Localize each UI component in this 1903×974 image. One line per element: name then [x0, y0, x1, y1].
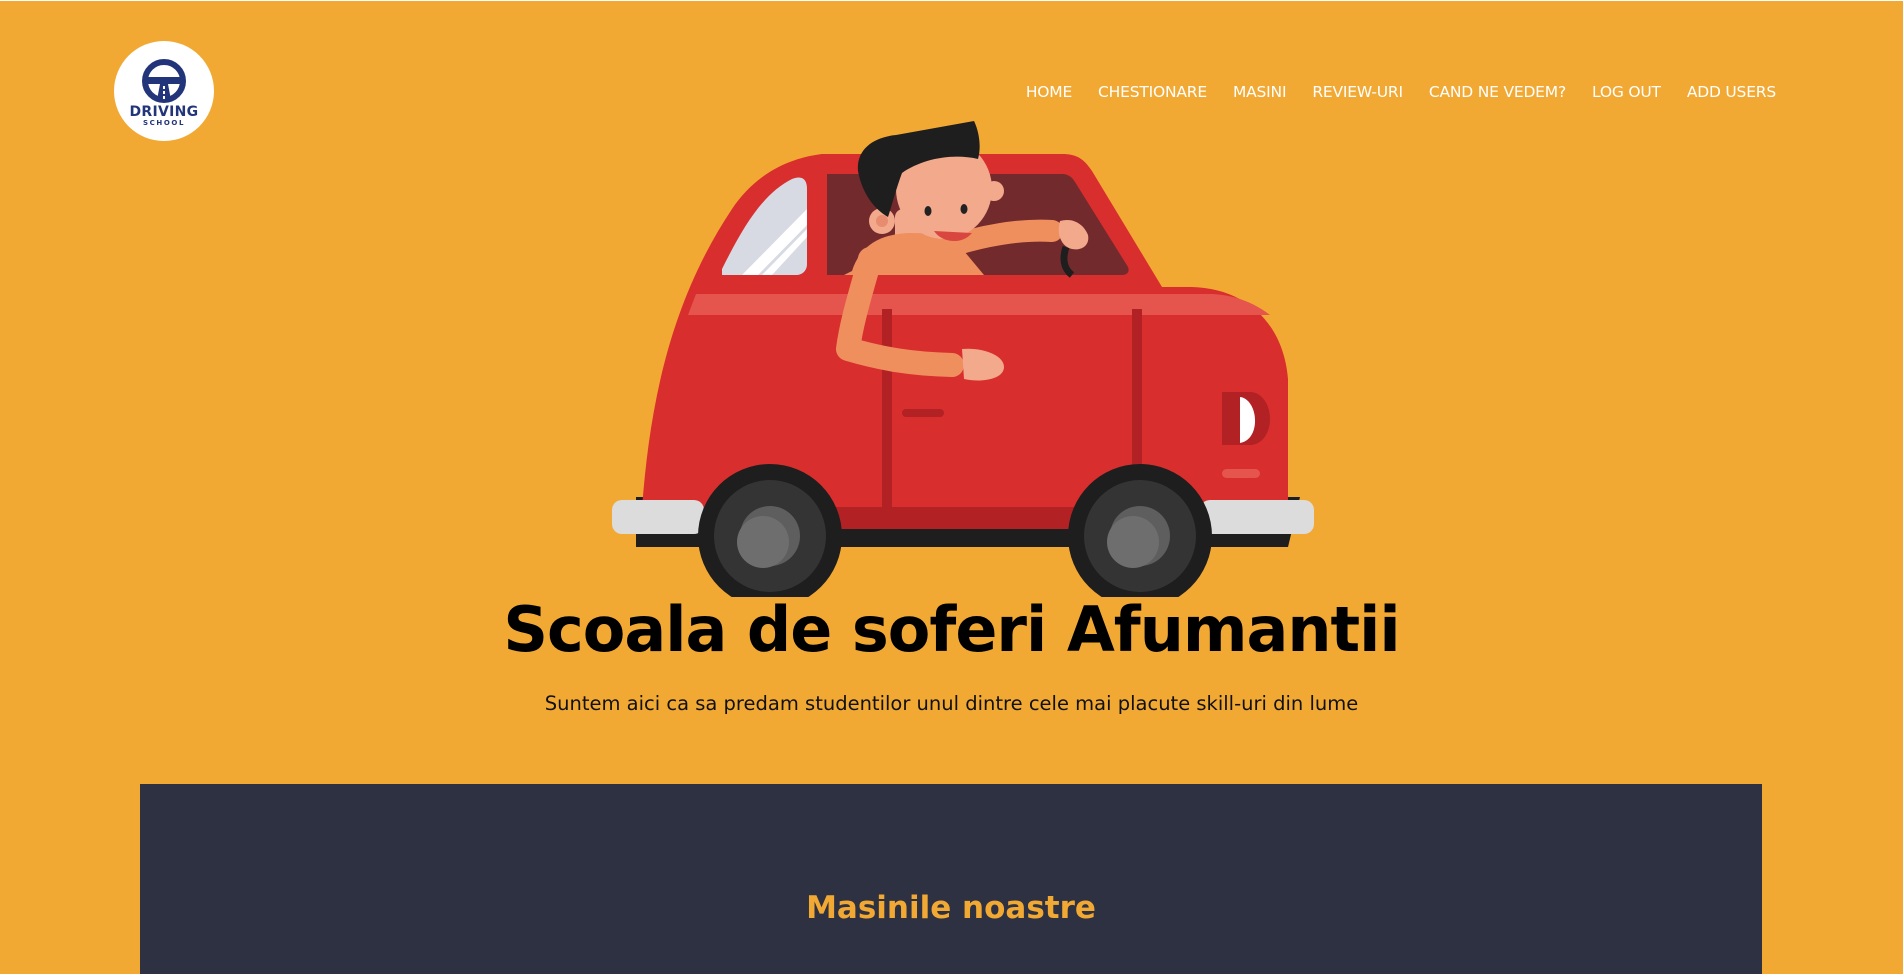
logo-subtext: SCHOOL	[143, 118, 185, 127]
steering-wheel-icon	[142, 58, 186, 103]
nav-chestionare[interactable]: CHESTIONARE	[1098, 83, 1207, 101]
hero-car-illustration	[612, 121, 1314, 597]
nav-log-out[interactable]: LOG OUT	[1592, 83, 1661, 101]
logo-text: DRIVING	[129, 103, 199, 120]
car-rear-wheel	[1084, 480, 1196, 592]
car-front-bumper	[612, 500, 704, 534]
cars-section-title: Masinile noastre	[806, 890, 1096, 926]
car-front-wheel	[714, 480, 826, 592]
nav-home[interactable]: HOME	[1026, 83, 1072, 101]
nav-add-users[interactable]: ADD USERS	[1687, 83, 1776, 101]
main-nav: HOME CHESTIONARE MASINI REVIEW-URI CAND …	[1026, 83, 1776, 101]
hero-title: Scoala de soferi Afumantii	[503, 593, 1400, 666]
cars-section: Masinile noastre	[140, 784, 1762, 974]
nav-review-uri[interactable]: REVIEW-URI	[1312, 83, 1403, 101]
nav-masini[interactable]: MASINI	[1233, 83, 1287, 101]
nav-cand-ne-vedem[interactable]: CAND NE VEDEM?	[1429, 83, 1566, 101]
hero-subtitle: Suntem aici ca sa predam studentilor unu…	[544, 692, 1359, 715]
car-rear-bumper	[1200, 500, 1314, 534]
logo[interactable]: DRIVING SCHOOL	[114, 41, 214, 141]
